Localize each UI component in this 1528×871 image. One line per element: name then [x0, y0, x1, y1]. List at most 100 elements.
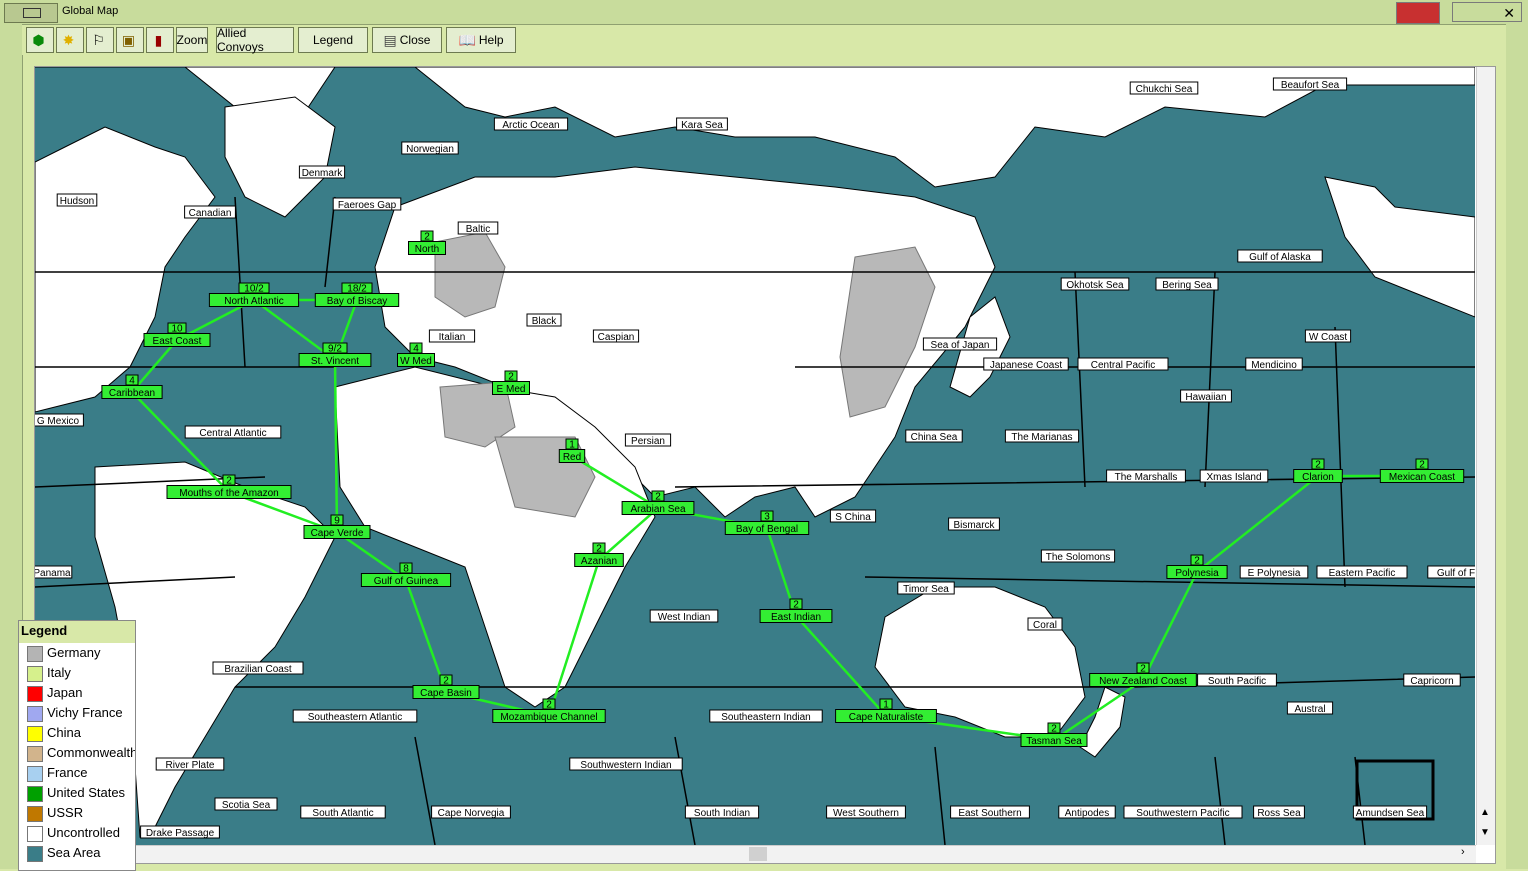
sea-label: Mendicino [1251, 360, 1297, 371]
convoy-count: 2 [1140, 664, 1146, 675]
sea-label: Coral [1033, 620, 1057, 631]
convoy-count: 8 [403, 564, 409, 575]
sea-label: Bering Sea [1162, 280, 1212, 291]
zoom-button[interactable]: Zoom [176, 27, 208, 53]
sea-label: Central Atlantic [199, 428, 266, 439]
convoy-node-label: East Indian [771, 612, 821, 623]
convoy-node-label: Bay of Bengal [736, 524, 798, 535]
unit-icon: ▮ [154, 31, 163, 48]
convoy-count: 2 [1194, 556, 1200, 567]
sea-label: Amundsen Sea [1356, 808, 1425, 819]
sea-label: Panama [35, 568, 71, 579]
title-bar: Global Map ✕ [0, 0, 1528, 25]
legend-swatch [27, 726, 43, 742]
help-book-icon: 📖 [458, 31, 476, 48]
legend-item: Commonwealth [19, 743, 135, 763]
legend-button[interactable]: Legend [298, 27, 368, 53]
legend-swatch [27, 706, 43, 722]
legend-swatch [27, 766, 43, 782]
convoy-count: 1 [569, 440, 575, 451]
legend-item: USSR [19, 803, 135, 823]
convoy-count: 9/2 [328, 344, 342, 355]
sea-label: The Marianas [1011, 432, 1072, 443]
sea-label: Italian [439, 332, 466, 343]
convoy-node-label: Cape Verde [311, 528, 364, 539]
convoy-node-label: Tasman Sea [1026, 736, 1082, 747]
convoy-node-label: St. Vincent [311, 356, 359, 367]
legend-label: China [47, 725, 81, 740]
sea-label: Gulf of Alaska [1249, 252, 1311, 263]
convoy-node-label: Mozambique Channel [500, 712, 597, 723]
legend-label: USSR [47, 805, 84, 820]
sea-label: Bismarck [953, 520, 995, 531]
sea-label: South Indian [694, 808, 750, 819]
convoy-node-label: Red [563, 452, 581, 463]
hex-button[interactable]: ⬢ [26, 27, 54, 53]
convoy-count: 2 [1419, 460, 1425, 471]
sea-label: E Polynesia [1248, 568, 1301, 579]
convoy-count: 2 [508, 372, 514, 383]
allied-convoys-button[interactable]: Allied Convoys [216, 26, 294, 54]
frame-button[interactable]: ▣ [116, 27, 144, 53]
close-window-icon[interactable]: ✕ [1452, 2, 1522, 22]
sea-label: Brazilian Coast [224, 664, 291, 675]
convoy-count: 2 [424, 232, 430, 243]
window-title: Global Map [62, 5, 119, 17]
convoy-count: 2 [443, 676, 449, 687]
sea-label: Drake Passage [146, 828, 215, 839]
convoy-count: 2 [226, 476, 232, 487]
close-button[interactable]: ▤ Close [372, 27, 442, 53]
restore-icon[interactable] [1396, 2, 1440, 24]
flag-button[interactable]: ⚐ [86, 27, 114, 53]
flag-icon: ⚐ [92, 31, 105, 48]
unit-button[interactable]: ▮ [146, 27, 174, 53]
convoy-node-label: E Med [497, 384, 526, 395]
sea-label: Capricorn [1410, 676, 1453, 687]
sea-label: G Mexico [37, 416, 80, 427]
close-door-icon: ▤ [383, 31, 397, 48]
horizontal-scroll-thumb[interactable] [749, 847, 767, 861]
sea-label: Gulf of F [1437, 568, 1475, 579]
zoom-label: Zoom [176, 33, 208, 47]
sea-label: East Southern [958, 808, 1021, 819]
convoy-node-label: Polynesia [1175, 568, 1219, 579]
convoy-count: 2 [655, 492, 661, 503]
legend-swatch [27, 686, 43, 702]
legend-label: Uncontrolled [47, 825, 120, 840]
sea-label: Scotia Sea [222, 800, 271, 811]
legend-swatch [27, 746, 43, 762]
scroll-down-icon[interactable]: ▼ [1480, 827, 1490, 838]
sea-label: Faeroes Gap [338, 200, 397, 211]
global-map[interactable]: Chukchi Sea Beaufort Sea Arctic Ocean Kara … [35, 67, 1475, 845]
legend-swatch [27, 806, 43, 822]
convoy-count: 4 [129, 376, 135, 387]
legend-swatch [27, 646, 43, 662]
legend-panel: Legend Germany Italy Japan Vichy France Chin… [18, 620, 136, 871]
horizontal-scrollbar[interactable]: › [35, 845, 1476, 863]
legend-button-label: Legend [312, 33, 354, 47]
sea-label: China Sea [911, 432, 958, 443]
window-menu-icon[interactable] [4, 3, 58, 23]
help-button[interactable]: 📖 Help [446, 27, 516, 53]
sea-label: S China [835, 512, 871, 523]
sea-label: South Pacific [1208, 676, 1266, 687]
legend-label: France [47, 765, 88, 780]
scroll-right-icon[interactable]: › [1461, 846, 1465, 858]
convoy-node-label: Clarion [1302, 472, 1334, 483]
legend-item: Vichy France [19, 703, 135, 723]
sea-label: Southwestern Indian [580, 760, 671, 771]
convoy-count: 4 [413, 344, 419, 355]
sea-label: Caspian [598, 332, 635, 343]
scroll-up-icon[interactable]: ▲ [1480, 807, 1490, 818]
sea-label: West Indian [658, 612, 711, 623]
sea-label: Central Pacific [1091, 360, 1155, 371]
explosion-button[interactable]: ✸ [56, 27, 84, 53]
legend-item: Italy [19, 663, 135, 683]
convoy-count: 10/2 [244, 284, 264, 295]
legend-swatch [27, 826, 43, 842]
legend-label: United States [47, 785, 126, 800]
vertical-scrollbar[interactable]: ▲ ▼ [1476, 67, 1495, 845]
sea-label: Kara Sea [681, 120, 723, 131]
convoy-node-label: W Med [400, 356, 432, 367]
sea-label: Japanese Coast [990, 360, 1062, 371]
